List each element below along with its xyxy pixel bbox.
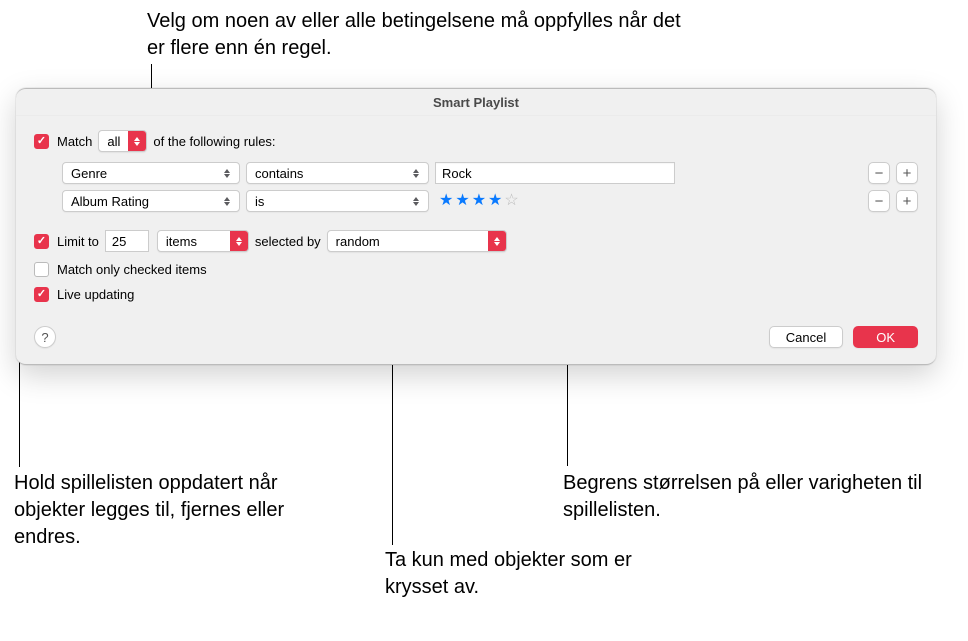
limit-unit-popup[interactable]: items [157, 230, 249, 252]
selected-by-label: selected by [255, 234, 321, 249]
chevron-updown-icon [408, 169, 424, 178]
star-icon: ☆ [504, 193, 518, 209]
ok-button[interactable]: OK [853, 326, 918, 348]
rule-operator-value: contains [255, 166, 303, 181]
rule-attribute-select[interactable]: Genre [62, 162, 240, 184]
rule-operator-select[interactable]: contains [246, 162, 429, 184]
limit-count-value: 25 [112, 234, 126, 249]
match-checked-checkbox[interactable] [34, 262, 49, 277]
match-label-suffix: of the following rules: [153, 134, 275, 149]
rule-row: Genre contains Rock − + [62, 162, 918, 184]
rule-attribute-select[interactable]: Album Rating [62, 190, 240, 212]
popup-arrows-icon [230, 231, 248, 251]
help-button[interactable]: ? [34, 326, 56, 348]
chevron-updown-icon [219, 169, 235, 178]
popup-arrows-icon [128, 131, 146, 151]
match-mode-popup[interactable]: all [98, 130, 147, 152]
limit-row: Limit to 25 items selected by random [34, 230, 918, 252]
rule-operator-select[interactable]: is [246, 190, 429, 212]
callout-live-updating: Hold spillelisten oppdatert når objekter… [14, 470, 334, 551]
match-checked-row: Match only checked items [34, 262, 918, 277]
cancel-button[interactable]: Cancel [769, 326, 843, 348]
live-updating-row: Live updating [34, 287, 918, 302]
limit-unit-value: items [158, 234, 230, 249]
limit-checkbox[interactable] [34, 234, 49, 249]
rule-attribute-value: Genre [71, 166, 107, 181]
selected-by-popup[interactable]: random [327, 230, 507, 252]
match-label-prefix: Match [57, 134, 92, 149]
dialog-footer: ? Cancel OK [16, 320, 936, 364]
star-icon: ★ [488, 193, 502, 209]
match-row: Match all of the following rules: [34, 130, 918, 152]
rule-operator-value: is [255, 194, 264, 209]
limit-count-input[interactable]: 25 [105, 230, 149, 252]
rule-rating-input[interactable]: ★ ★ ★ ★ ☆ [439, 193, 519, 209]
star-icon: ★ [439, 193, 453, 209]
match-checkbox[interactable] [34, 134, 49, 149]
add-rule-button[interactable]: + [896, 190, 918, 212]
rule-attribute-value: Album Rating [71, 194, 149, 209]
star-icon: ★ [455, 193, 469, 209]
live-updating-label: Live updating [57, 287, 134, 302]
popup-arrows-icon [488, 231, 506, 251]
dialog-content: Match all of the following rules: Genre … [16, 116, 936, 320]
chevron-updown-icon [219, 197, 235, 206]
rule-value-text: Rock [442, 166, 472, 181]
callout-limit: Begrens størrelsen på eller varigheten t… [563, 470, 963, 524]
match-mode-value: all [99, 134, 128, 149]
remove-rule-button[interactable]: − [868, 190, 890, 212]
callout-match-checked: Ta kun med objekter som er krysset av. [385, 547, 675, 601]
selected-by-value: random [328, 234, 488, 249]
remove-rule-button[interactable]: − [868, 162, 890, 184]
rules-container: Genre contains Rock − + Album Rating [62, 162, 918, 212]
dialog-title: Smart Playlist [16, 89, 936, 116]
rule-row: Album Rating is ★ ★ ★ ★ ☆ − + [62, 190, 918, 212]
rule-value-input[interactable]: Rock [435, 162, 675, 184]
match-checked-label: Match only checked items [57, 262, 207, 277]
live-updating-checkbox[interactable] [34, 287, 49, 302]
add-rule-button[interactable]: + [896, 162, 918, 184]
leader-line [19, 355, 20, 467]
chevron-updown-icon [408, 197, 424, 206]
star-icon: ★ [472, 193, 486, 209]
smart-playlist-dialog: Smart Playlist Match all of the followin… [16, 88, 936, 365]
callout-match-mode: Velg om noen av eller alle betingelsene … [147, 8, 687, 62]
limit-label-prefix: Limit to [57, 234, 99, 249]
